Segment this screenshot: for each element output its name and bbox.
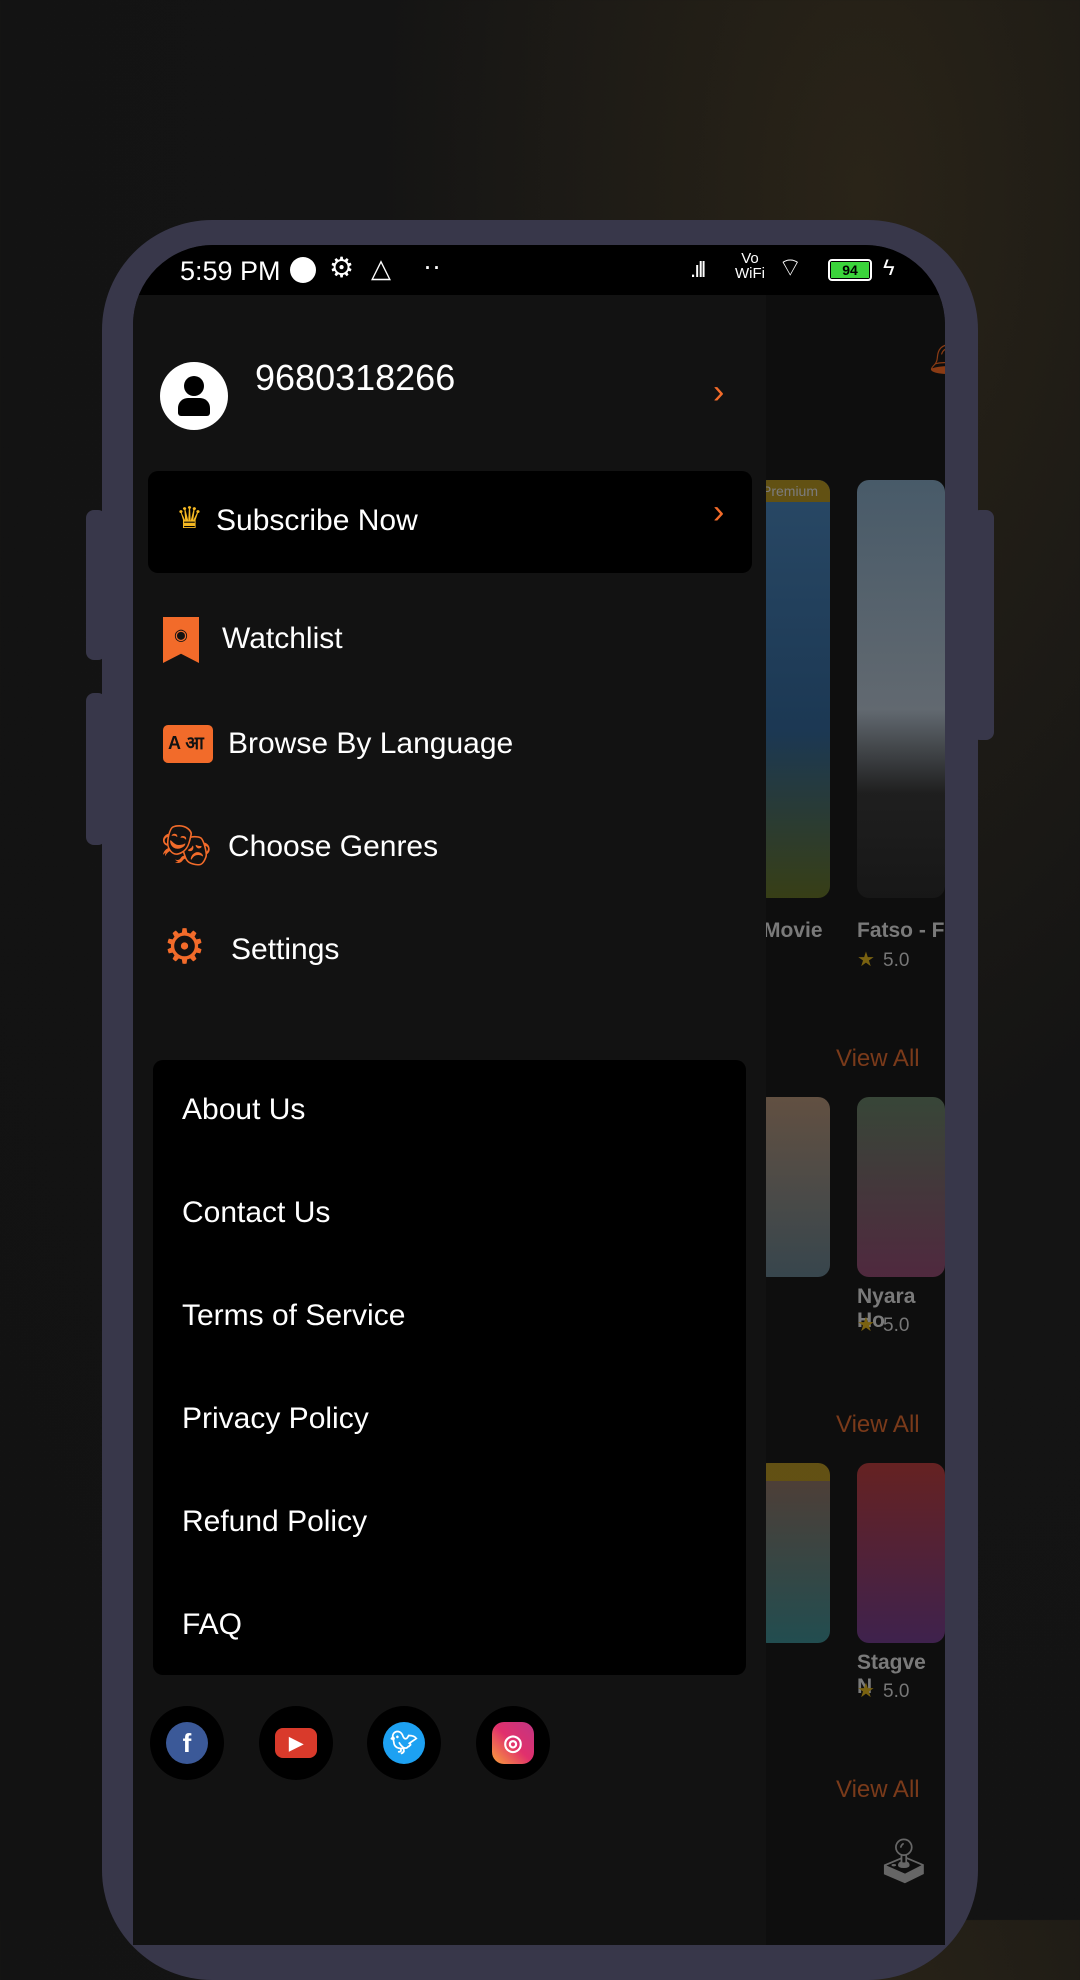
view-all-link[interactable]: View All — [836, 1776, 920, 1804]
games-joystick-icon[interactable]: 🕹︎ — [876, 1835, 932, 1887]
movie-card[interactable] — [766, 1097, 830, 1277]
instagram-button[interactable]: ◎ — [476, 1706, 550, 1780]
crown-icon: ♛ — [176, 502, 203, 535]
theater-masks-icon: 🎭︎ — [161, 824, 212, 868]
notification-bell-icon[interactable]: 🔔︎ — [926, 335, 945, 377]
youtube-button[interactable]: ▶ — [259, 1706, 333, 1780]
premium-badge: Premium — [766, 480, 830, 502]
status-time: 5:59 PM — [180, 256, 281, 286]
movie-card[interactable] — [857, 1097, 945, 1277]
battery-level: 94 — [831, 262, 869, 278]
drawer-item-browse-by-language[interactable]: A आ Browse By Language — [133, 695, 766, 795]
movie-card[interactable] — [766, 1463, 830, 1643]
language-icon: A आ — [163, 725, 213, 763]
phone-screen: 5:59 PM ⚙ △ ·· .ıll VoWiFi ⌔ 94 ϟ 🔔︎ % P… — [133, 245, 945, 1945]
movie-title: Movie — [766, 919, 823, 942]
drawer-item-label: Settings — [231, 933, 340, 966]
app-notification-icon — [290, 257, 316, 283]
facebook-icon: f — [166, 1722, 208, 1764]
profile-chevron-right-icon[interactable]: › — [713, 373, 724, 412]
status-bar: 5:59 PM ⚙ △ ·· .ıll Vo WiFi ⌔ 94 ϟ — [133, 245, 945, 295]
link-privacy-policy[interactable]: Privacy Policy — [182, 1402, 369, 1436]
view-all-link[interactable]: View All — [836, 1411, 920, 1439]
twitter-icon: 🐦︎ — [383, 1722, 425, 1764]
drawer-item-watchlist[interactable]: ◉ Watchlist — [133, 590, 766, 690]
signal-icon: .ıll — [690, 257, 706, 282]
drawer-item-choose-genres[interactable]: 🎭︎ Choose Genres — [133, 798, 766, 898]
link-faq[interactable]: FAQ — [182, 1608, 242, 1642]
drawer-item-label: Choose Genres — [228, 830, 439, 863]
drive-notification-icon: △ — [371, 253, 391, 283]
view-all-link[interactable]: View All — [836, 1045, 920, 1073]
subscribe-now-label: Subscribe Now — [216, 504, 418, 537]
profile-phone-number[interactable]: 9680318266 — [255, 357, 455, 399]
gear-icon: ⚙ — [163, 921, 207, 974]
link-contact-us[interactable]: Contact Us — [182, 1196, 330, 1230]
subscribe-now-button[interactable]: ♛ Subscribe Now › — [148, 471, 752, 573]
battery-icon: 94 — [828, 259, 872, 281]
link-refund-policy[interactable]: Refund Policy — [182, 1505, 367, 1539]
drawer-item-label: Watchlist — [222, 622, 343, 655]
twitter-button[interactable]: 🐦︎ — [367, 1706, 441, 1780]
movie-card[interactable]: Premium — [766, 480, 830, 898]
star-icon: ★ — [857, 1680, 875, 1702]
movie-card[interactable] — [857, 1463, 945, 1643]
facebook-button[interactable]: f — [150, 1706, 224, 1780]
link-about-us[interactable]: About Us — [182, 1093, 305, 1127]
drawer-item-label: Browse By Language — [228, 727, 514, 760]
chevron-right-icon: › — [713, 493, 725, 531]
settings-notification-icon: ⚙ — [329, 252, 355, 283]
vowifi-bottom: WiFi — [735, 265, 765, 282]
rating: 5.0 — [883, 1315, 910, 1336]
info-links-panel: About Us Contact Us Terms of Service Pri… — [153, 1060, 746, 1675]
star-icon: ★ — [857, 1314, 875, 1336]
drawer-item-settings[interactable]: ⚙ Settings — [133, 901, 766, 1001]
vowifi-icon: Vo WiFi — [735, 251, 765, 281]
instagram-icon: ◎ — [492, 1722, 534, 1764]
movie-card[interactable] — [857, 480, 945, 898]
link-terms-of-service[interactable]: Terms of Service — [182, 1299, 405, 1333]
avatar[interactable] — [160, 362, 228, 430]
charging-icon: ϟ — [883, 255, 895, 280]
navigation-drawer: 9680318266 › ♛ Subscribe Now › ◉ Watchli… — [133, 295, 766, 1945]
rating: 5.0 — [883, 950, 910, 971]
wifi-icon: ⌔ — [778, 252, 803, 282]
home-content-dimmed: 🔔︎ % Premium Movie Fatso - F ★ 5.0 View … — [766, 295, 945, 1945]
more-notifications-icon: ·· — [423, 251, 441, 281]
movie-title: Fatso - F — [857, 919, 945, 942]
star-icon: ★ — [857, 949, 875, 971]
rating: 5.0 — [883, 1681, 910, 1702]
bookmark-eye-icon: ◉ — [163, 617, 199, 663]
youtube-icon: ▶ — [275, 1728, 317, 1758]
